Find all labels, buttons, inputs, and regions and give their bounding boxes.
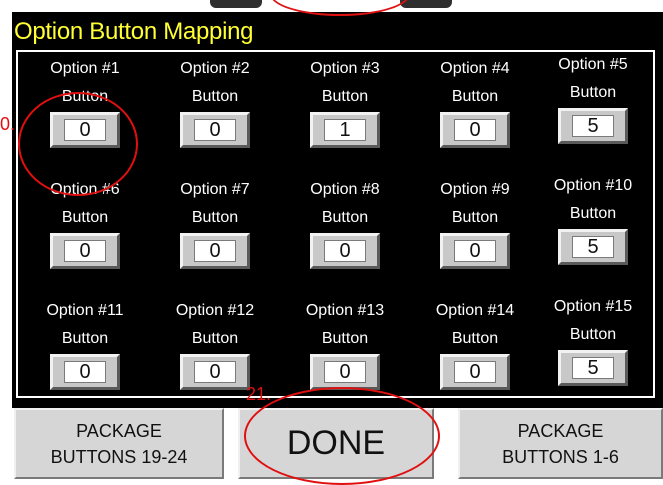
option-cell-11: Option #11 Button 0 xyxy=(20,302,150,412)
option-cell-9: Option #9 Button 0 xyxy=(410,181,540,291)
option-value: 0 xyxy=(64,361,106,383)
option-cell-2: Option #2 Button 0 xyxy=(150,60,280,170)
button-line-2: BUTTONS 19-24 xyxy=(50,447,188,467)
option-label: Option #15 xyxy=(553,298,633,315)
option-value: 0 xyxy=(194,119,236,141)
option-12-value-button[interactable]: 0 xyxy=(180,354,250,390)
option-value: 0 xyxy=(324,361,366,383)
option-button-label: Button xyxy=(191,209,239,226)
option-button-label: Button xyxy=(569,326,617,343)
option-label: Option #9 xyxy=(440,181,510,198)
option-value: 5 xyxy=(572,236,614,258)
button-line-1: PACKAGE xyxy=(517,421,604,441)
option-label: Option #5 xyxy=(558,56,628,73)
button-line-1: PACKAGE xyxy=(76,421,162,441)
option-button-label: Button xyxy=(569,84,617,101)
option-10-value-button[interactable]: 5 xyxy=(558,229,628,265)
option-cell-6: Option #6 Button 0 xyxy=(20,181,150,291)
option-button-label: Button xyxy=(191,330,239,347)
option-value: 5 xyxy=(572,357,614,379)
option-cell-8: Option #8 Button 0 xyxy=(280,181,410,291)
option-9-value-button[interactable]: 0 xyxy=(440,233,510,269)
option-button-label: Button xyxy=(451,88,499,105)
option-cell-7: Option #7 Button 0 xyxy=(150,181,280,291)
annotation-number: 21. xyxy=(246,384,272,404)
page-title: Option Button Mapping xyxy=(14,18,254,45)
option-cell-3: Option #3 Button 1 xyxy=(280,60,410,170)
option-value: 0 xyxy=(194,361,236,383)
option-button-label: Button xyxy=(569,205,617,222)
option-value: 5 xyxy=(572,115,614,137)
option-label: Option #7 xyxy=(180,181,250,198)
option-label: Option #13 xyxy=(305,302,385,319)
option-value: 0 xyxy=(454,240,496,262)
option-label: Option #8 xyxy=(310,181,380,198)
option-button-label: Button xyxy=(191,88,239,105)
annotation-circle-option-1 xyxy=(18,92,138,196)
option-13-value-button[interactable]: 0 xyxy=(310,354,380,390)
option-label: Option #10 xyxy=(553,177,633,194)
option-cell-10: Option #10 Button 5 xyxy=(528,177,658,287)
option-value: 0 xyxy=(454,361,496,383)
option-label: Option #12 xyxy=(175,302,255,319)
option-button-label: Button xyxy=(61,209,109,226)
option-cell-14: Option #14 Button 0 xyxy=(410,302,540,412)
option-value: 1 xyxy=(324,119,366,141)
option-3-value-button[interactable]: 1 xyxy=(310,112,380,148)
package-buttons-1-6-button[interactable]: PACKAGE BUTTONS 1-6 xyxy=(458,408,663,479)
annotation-circle-done xyxy=(244,387,440,485)
option-label: Option #1 xyxy=(50,60,120,77)
option-7-value-button[interactable]: 0 xyxy=(180,233,250,269)
option-button-label: Button xyxy=(321,330,369,347)
option-label: Option #14 xyxy=(435,302,515,319)
option-label: Option #3 xyxy=(310,60,380,77)
option-button-label: Button xyxy=(451,209,499,226)
annotation-number: 0. xyxy=(0,114,16,134)
option-value: 0 xyxy=(324,240,366,262)
top-device-edge xyxy=(210,0,262,8)
option-label: Option #4 xyxy=(440,60,510,77)
option-4-value-button[interactable]: 0 xyxy=(440,112,510,148)
option-cell-15: Option #15 Button 5 xyxy=(528,298,658,408)
button-line-2: BUTTONS 1-6 xyxy=(502,447,619,467)
option-cell-5: Option #5 Button 5 xyxy=(528,56,658,166)
option-value: 0 xyxy=(454,119,496,141)
option-5-value-button[interactable]: 5 xyxy=(558,108,628,144)
package-buttons-19-24-button[interactable]: PACKAGE BUTTONS 19-24 xyxy=(14,408,224,479)
top-device-edge xyxy=(400,0,452,8)
option-label: Option #11 xyxy=(46,302,124,319)
option-button-label: Button xyxy=(451,330,499,347)
option-button-label: Button xyxy=(321,209,369,226)
option-14-value-button[interactable]: 0 xyxy=(440,354,510,390)
option-15-value-button[interactable]: 5 xyxy=(558,350,628,386)
option-2-value-button[interactable]: 0 xyxy=(180,112,250,148)
option-11-value-button[interactable]: 0 xyxy=(50,354,120,390)
option-label: Option #2 xyxy=(180,60,250,77)
option-value: 0 xyxy=(64,240,106,262)
option-8-value-button[interactable]: 0 xyxy=(310,233,380,269)
option-6-value-button[interactable]: 0 xyxy=(50,233,120,269)
option-cell-4: Option #4 Button 0 xyxy=(410,60,540,170)
option-button-label: Button xyxy=(61,330,109,347)
option-value: 0 xyxy=(194,240,236,262)
option-button-label: Button xyxy=(321,88,369,105)
